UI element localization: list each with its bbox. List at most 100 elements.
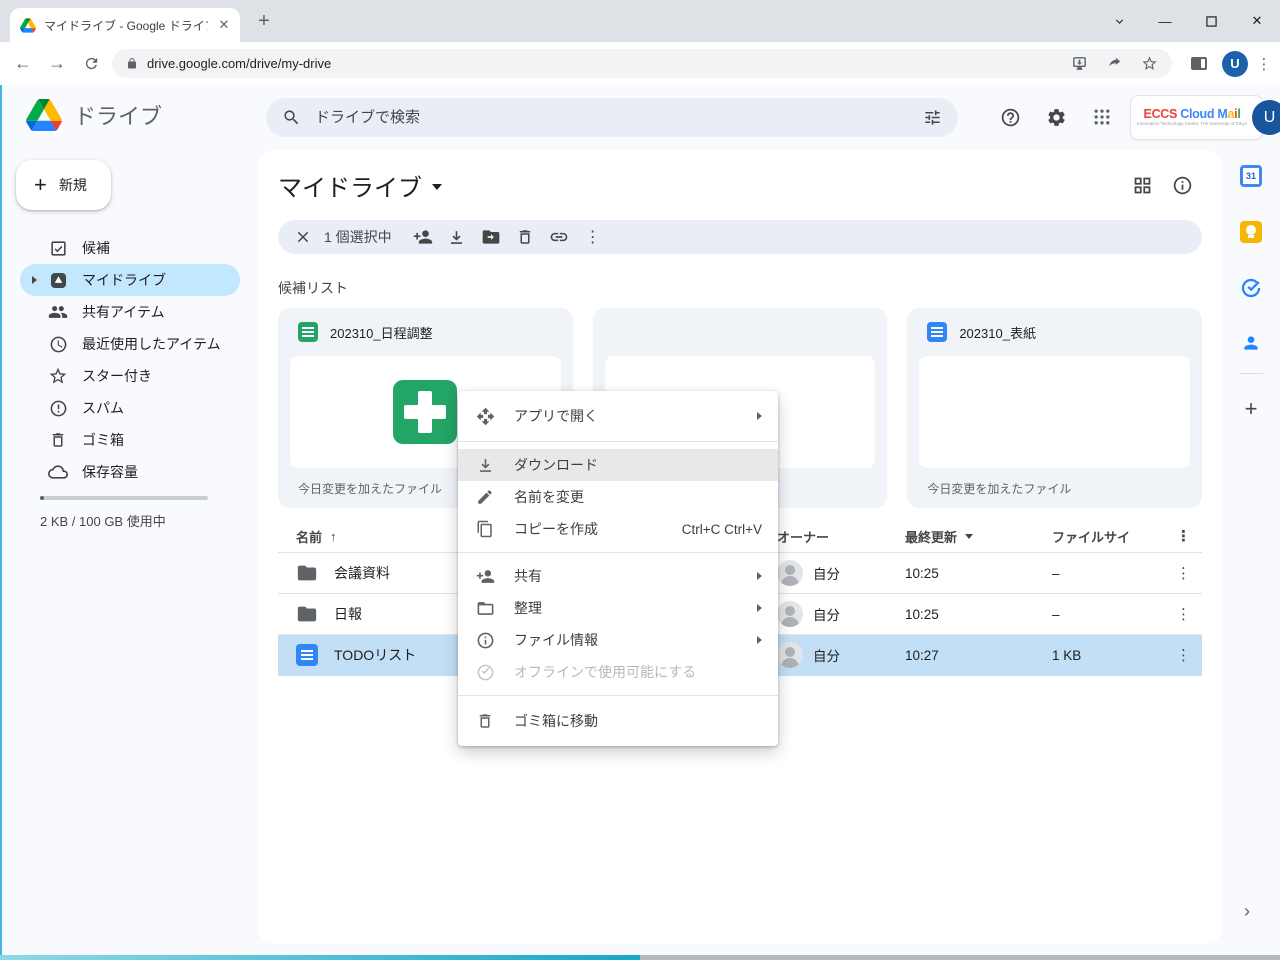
tasks-icon[interactable] xyxy=(1240,277,1262,299)
expander-icon[interactable] xyxy=(28,276,40,284)
menu-item-rename[interactable]: 名前を変更 xyxy=(458,481,778,513)
menu-item-organize[interactable]: 整理 xyxy=(458,592,778,624)
row-more-icon[interactable]: ⋮ xyxy=(1165,564,1202,582)
lock-icon xyxy=(126,57,138,70)
new-button-label: 新規 xyxy=(59,175,87,195)
reload-icon[interactable] xyxy=(74,47,108,81)
menu-item-file-info[interactable]: ファイル情報 xyxy=(458,624,778,656)
menu-item-open-with[interactable]: アプリで開く xyxy=(458,398,778,434)
url-bar[interactable]: drive.google.com/drive/my-drive xyxy=(112,49,1172,78)
new-button[interactable]: + 新規 xyxy=(16,160,111,210)
download-icon xyxy=(474,456,496,475)
browser-tab[interactable]: マイドライブ - Google ドライブ ✕ xyxy=(10,8,240,42)
folder-icon xyxy=(296,603,318,625)
page-title[interactable]: マイドライブ xyxy=(278,168,442,203)
search-options-icon[interactable] xyxy=(923,108,942,127)
side-panel-icon[interactable] xyxy=(1182,47,1216,81)
submenu-arrow-icon xyxy=(757,604,762,612)
back-icon[interactable]: ← xyxy=(6,47,40,81)
search-bar[interactable] xyxy=(266,98,958,137)
sidebar-item-storage[interactable]: 保存容量 xyxy=(20,456,240,488)
maximize-button[interactable] xyxy=(1188,0,1234,42)
sort-ascending-icon[interactable]: ↑ xyxy=(330,529,337,544)
move-folder-icon[interactable] xyxy=(474,220,508,254)
tab-close-icon[interactable]: ✕ xyxy=(216,17,232,33)
owner-avatar xyxy=(777,560,803,586)
sidebar-item-my-drive[interactable]: マイドライブ xyxy=(20,264,240,296)
star-icon xyxy=(48,366,68,386)
app-name: ドライブ xyxy=(74,99,162,131)
col-owner[interactable]: オーナー xyxy=(777,527,905,546)
account-avatar[interactable]: U xyxy=(1252,100,1280,135)
person-add-icon xyxy=(474,567,496,586)
selection-count: 1 個選択中 xyxy=(324,227,392,247)
search-input[interactable] xyxy=(313,108,911,127)
trash-icon[interactable] xyxy=(508,220,542,254)
apps-grid-icon[interactable] xyxy=(1081,96,1123,138)
sidebar-nav: 候補 マイドライブ 共有アイテム 最近使 xyxy=(20,232,240,488)
share-icon[interactable] xyxy=(1101,51,1127,77)
forward-icon[interactable]: → xyxy=(40,47,74,81)
sidebar-item-shared[interactable]: 共有アイテム xyxy=(20,296,240,328)
folder-icon xyxy=(296,562,318,584)
account-badge[interactable]: ECCS Cloud Mail Information Technology C… xyxy=(1130,95,1263,140)
minimize-button[interactable]: — xyxy=(1142,0,1188,42)
share-person-add-icon[interactable] xyxy=(406,220,440,254)
grid-view-icon[interactable] xyxy=(1122,165,1162,205)
rail-divider xyxy=(1239,373,1263,374)
help-icon[interactable] xyxy=(989,96,1031,138)
close-button[interactable]: ✕ xyxy=(1234,0,1280,42)
row-more-icon[interactable]: ⋮ xyxy=(1165,605,1202,623)
download-icon[interactable] xyxy=(440,220,474,254)
expand-panel-chevron-icon[interactable]: › xyxy=(1244,901,1250,922)
shortcut-label: Ctrl+C Ctrl+V xyxy=(682,522,762,537)
browser-tabstrip: マイドライブ - Google ドライブ ✕ + — ✕ xyxy=(0,0,1280,42)
url-text: drive.google.com/drive/my-drive xyxy=(147,56,1057,71)
get-addons-icon[interactable]: + xyxy=(1245,396,1258,422)
bookmark-star-icon[interactable] xyxy=(1136,51,1162,77)
title-dropdown-icon[interactable] xyxy=(432,184,442,190)
more-actions-icon[interactable]: ⋮ xyxy=(576,220,610,254)
cloud-icon xyxy=(48,462,68,482)
menu-item-share[interactable]: 共有 xyxy=(458,560,778,592)
drive-app: ドライブ ECCS Cloud Mail I xyxy=(0,85,1280,960)
file-card-docs[interactable]: 202310_表紙 今日変更を加えたファイル xyxy=(907,308,1202,508)
open-with-icon xyxy=(474,407,496,426)
tab-search-icon[interactable] xyxy=(1096,0,1142,42)
col-name[interactable]: 名前 xyxy=(296,527,322,546)
menu-item-download[interactable]: ダウンロード xyxy=(458,449,778,481)
sidebar-item-recent[interactable]: 最近使用したアイテム xyxy=(20,328,240,360)
my-drive-icon xyxy=(48,270,68,290)
sidebar-item-suggested[interactable]: 候補 xyxy=(20,232,240,264)
menu-item-move-to-trash[interactable]: ゴミ箱に移動 xyxy=(458,703,778,739)
install-icon[interactable] xyxy=(1066,51,1092,77)
sheets-logo-icon xyxy=(393,380,457,444)
contacts-icon[interactable] xyxy=(1241,333,1261,353)
submenu-arrow-icon xyxy=(757,572,762,580)
new-tab-button[interactable]: + xyxy=(250,7,278,35)
trash-icon xyxy=(474,712,496,730)
details-info-icon[interactable] xyxy=(1162,165,1202,205)
calendar-icon[interactable]: 31 xyxy=(1240,165,1262,187)
sheets-file-icon xyxy=(298,322,318,342)
header-more-icon[interactable]: ⋮ xyxy=(1165,527,1202,545)
plus-icon: + xyxy=(34,174,47,196)
drive-brand[interactable]: ドライブ xyxy=(26,99,162,131)
folder-icon xyxy=(474,599,496,618)
clear-selection-icon[interactable] xyxy=(286,220,320,254)
col-size[interactable]: ファイルサイ xyxy=(1052,527,1165,546)
search-icon xyxy=(282,108,301,127)
sidebar-item-spam[interactable]: スパム xyxy=(20,392,240,424)
browser-avatar[interactable]: U xyxy=(1222,51,1248,77)
storage-progress-bar xyxy=(40,496,208,500)
sidebar-item-starred[interactable]: スター付き xyxy=(20,360,240,392)
browser-menu-icon[interactable]: ⋮ xyxy=(1254,47,1274,81)
sidebar-item-trash[interactable]: ゴミ箱 xyxy=(20,424,240,456)
keep-icon[interactable] xyxy=(1240,221,1262,243)
settings-gear-icon[interactable] xyxy=(1035,96,1077,138)
copy-link-icon[interactable] xyxy=(542,220,576,254)
row-more-icon[interactable]: ⋮ xyxy=(1165,646,1202,664)
copy-icon xyxy=(474,520,496,538)
col-modified[interactable]: 最終更新 xyxy=(905,527,1052,546)
menu-item-make-copy[interactable]: コピーを作成 Ctrl+C Ctrl+V xyxy=(458,513,778,545)
